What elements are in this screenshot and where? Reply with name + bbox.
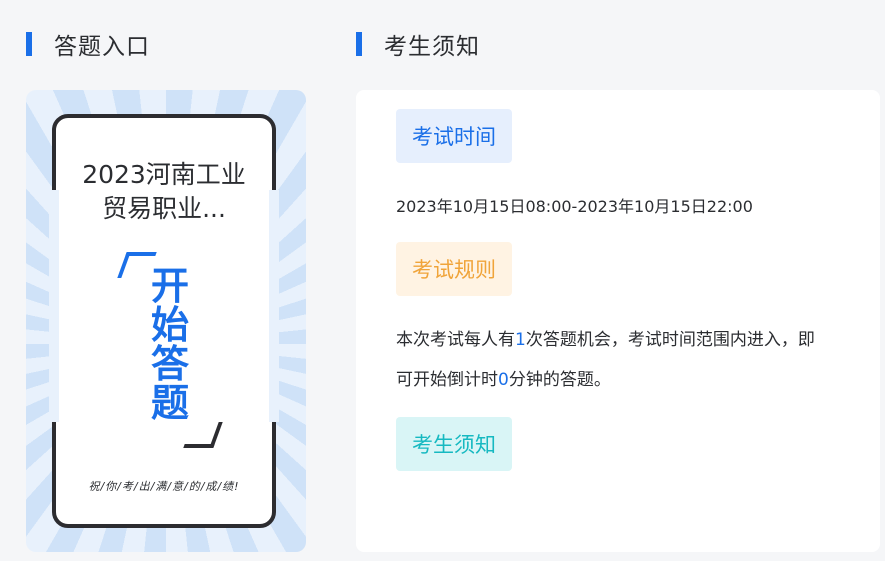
rule-chances-count: 1: [515, 330, 526, 350]
start-exam-panel[interactable]: 2023河南工业贸易职业... 开始答题 祝/你/考/出/满/意/的/成/绩!: [49, 114, 279, 528]
exam-time-tag: 考试时间: [396, 109, 512, 163]
exam-page: 答题入口 考生须知 2023河南工业贸易职业... 开始答题 祝/你/考/出/满…: [0, 0, 885, 561]
start-exam-card[interactable]: 2023河南工业贸易职业... 开始答题 祝/你/考/出/满/意/的/成/绩!: [26, 90, 306, 552]
corner-bracket-icon: [183, 422, 223, 448]
exam-time-value: 2023年10月15日08:00-2023年10月15日22:00: [396, 197, 753, 216]
entry-section-header: 答题入口: [26, 28, 150, 60]
notice-section-header: 考生须知: [356, 28, 480, 60]
notice-card: 考试时间 2023年10月15日08:00-2023年10月15日22:00 考…: [356, 90, 880, 552]
entry-section-title: 答题入口: [54, 34, 150, 60]
section-accent-bar: [356, 32, 362, 56]
exam-title: 2023河南工业贸易职业...: [82, 160, 246, 223]
panel-notch-right: [269, 190, 279, 422]
start-exam-button[interactable]: 开始答题: [117, 252, 223, 448]
rule-text-part: 本次考试每人有: [396, 330, 515, 350]
start-exam-label: 开始答题: [150, 263, 189, 425]
rule-text-part: 分钟的答题。: [508, 370, 611, 390]
rule-minutes-count: 0: [498, 370, 509, 390]
wish-text: 祝/你/考/出/满/意/的/成/绩!: [88, 480, 240, 493]
panel-notch-left: [49, 190, 59, 422]
exam-rule-text: 本次考试每人有1次答题机会，考试时间范围内进入，即可开始倒计时0分钟的答题。: [396, 320, 816, 400]
exam-rule-tag: 考试规则: [396, 242, 512, 296]
section-accent-bar: [26, 32, 32, 56]
notice-section-title: 考生须知: [384, 34, 480, 60]
candidate-notice-tag: 考生须知: [396, 417, 512, 471]
